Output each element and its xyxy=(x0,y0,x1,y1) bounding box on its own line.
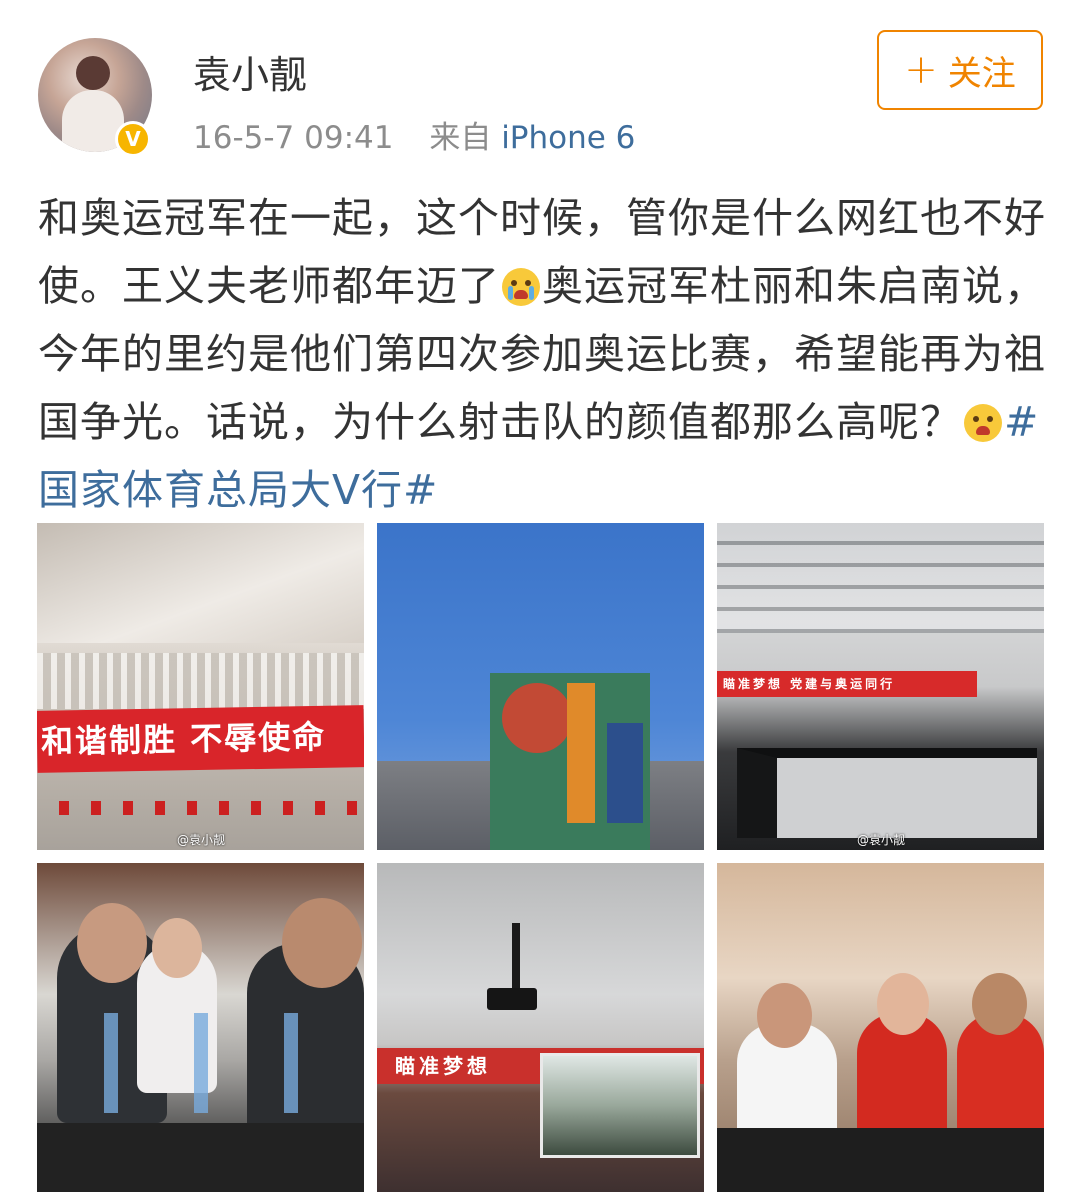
verified-badge-icon: V xyxy=(115,121,151,157)
post-header: V 袁小靓 16-5-7 09:41 来自 iPhone 6 + 关注 xyxy=(0,0,1080,170)
photo-projector[interactable]: 瞄准梦想 xyxy=(377,863,704,1192)
post-text: 和奥运冠军在一起，这个时候，管你是什么网红也不好使。王义夫老师都年迈了 奥运冠军杜… xyxy=(38,184,1048,524)
username[interactable]: 袁小靓 xyxy=(193,44,307,99)
banner-text: 和谐制胜 不辱使命 xyxy=(37,705,364,773)
photo-building-sky[interactable] xyxy=(377,523,704,850)
source-prefix: 来自 xyxy=(429,120,492,156)
photo-red-banner[interactable]: 和谐制胜 不辱使命 @袁小靓 xyxy=(37,523,364,850)
follow-label: 关注 xyxy=(947,53,1016,94)
timestamp: 16-5-7 09:41 xyxy=(193,120,394,156)
photo-officials[interactable] xyxy=(37,863,364,1192)
banner-text: 瞄准梦想 党建与奥运同行 xyxy=(717,671,977,697)
photo-meeting-room[interactable]: 瞄准梦想 党建与奥运同行 @袁小靓 xyxy=(717,523,1044,850)
image-grid: 和谐制胜 不辱使命 @袁小靓 瞄准梦想 党建与奥运同行 @袁小靓 瞄准梦想 xyxy=(37,523,1045,1192)
follow-button[interactable]: + 关注 xyxy=(877,30,1043,110)
screaming-face-icon xyxy=(964,404,1002,442)
source-link[interactable]: iPhone 6 xyxy=(501,120,635,156)
crying-face-icon xyxy=(502,268,540,306)
watermark: @袁小靓 xyxy=(177,833,226,847)
photo-athletes[interactable] xyxy=(717,863,1044,1192)
post-meta: 16-5-7 09:41 来自 iPhone 6 xyxy=(193,112,635,157)
plus-icon: + xyxy=(904,47,938,93)
watermark: @袁小靓 xyxy=(857,833,906,847)
